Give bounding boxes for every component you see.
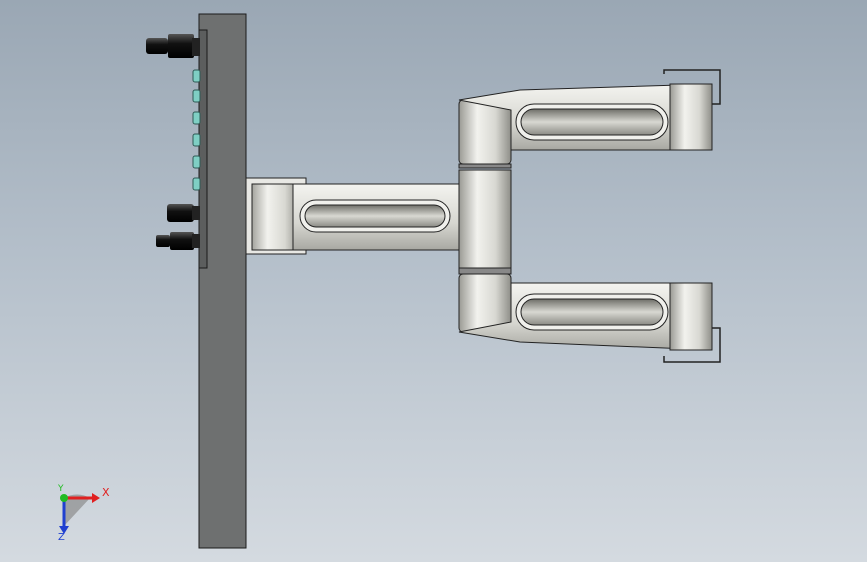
- x-axis-label: X: [102, 486, 110, 499]
- y-axis-label: Y: [58, 484, 64, 494]
- z-axis-label: Z: [58, 532, 65, 543]
- graphics-viewport[interactable]: X Y Z: [0, 0, 867, 562]
- orientation-triad: [59, 493, 100, 534]
- y-axis-dot: [60, 494, 68, 502]
